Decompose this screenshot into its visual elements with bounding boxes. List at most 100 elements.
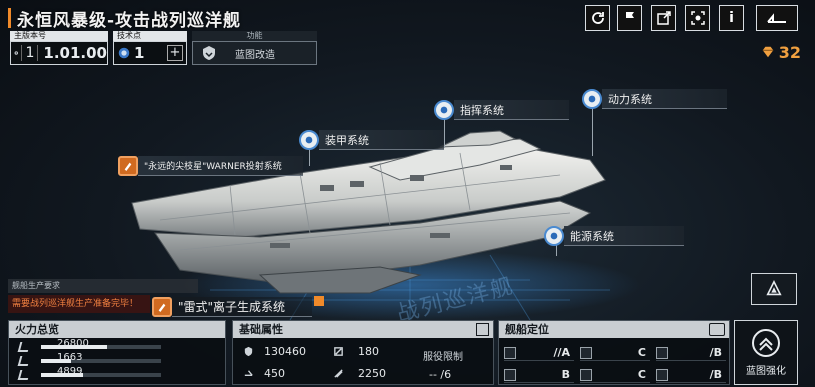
shield-icon: [203, 46, 215, 60]
power-system-callout[interactable]: 动力系统: [582, 88, 727, 110]
role-icon: [656, 368, 668, 381]
info-icon: i: [729, 10, 734, 26]
role-icon: [504, 368, 516, 381]
fleet-icon: [766, 280, 782, 296]
positioning-panel: 舰船定位 //A C/B B C/B: [498, 320, 730, 385]
energy-system-icon: [544, 226, 564, 246]
main-version-label: 主版本号: [10, 31, 108, 41]
view-icon: [690, 11, 705, 25]
base-attrs-title-text: 基础属性: [239, 323, 283, 336]
production-label: 舰船生产要求: [8, 279, 198, 293]
battlecruiser-model: [131, 130, 606, 294]
energy-system-callout[interactable]: 能源系统: [544, 225, 684, 247]
weapon-icon: [17, 342, 31, 352]
command-system-label: 指挥系统: [454, 100, 569, 120]
blueprint-mod-button[interactable]: 蓝图改造: [192, 41, 317, 65]
view-button[interactable]: [685, 5, 710, 31]
position-grade: C: [580, 345, 650, 361]
command-system-icon: [434, 100, 454, 120]
firepower-row: 1663: [17, 352, 161, 366]
ion-system-label: "雷式"离子生成系统: [172, 297, 312, 317]
version-index: 1: [21, 45, 39, 61]
firepower-value: 4899: [57, 366, 83, 377]
hull-icon: [244, 346, 253, 357]
blueprint-upgrade-button[interactable]: 蓝图强化: [734, 320, 798, 385]
positioning-title-text: 舰船定位: [505, 323, 549, 336]
ion-icon: [152, 297, 172, 317]
tech-icon: [118, 47, 130, 59]
ion-marker: [314, 296, 324, 306]
tech-points-label: 技术点: [113, 31, 187, 41]
grade-value: //A: [553, 346, 570, 359]
hp-stat: 130460: [243, 345, 306, 358]
position-grade: C: [580, 367, 650, 383]
info-button[interactable]: i: [719, 5, 744, 31]
back-button[interactable]: [756, 5, 798, 31]
service-limit-value: -- /6: [429, 368, 452, 381]
speed-icon: [244, 370, 253, 377]
blueprint-mod-text: 蓝图改造: [235, 49, 275, 61]
add-tech-button[interactable]: +: [167, 45, 183, 61]
weapon-icon: [17, 370, 31, 380]
energy-system-label: 能源系统: [564, 226, 684, 246]
blueprint-upgrade-label: 蓝图强化: [746, 366, 786, 377]
tech-points-box: 1 +: [113, 41, 187, 65]
position-grade: /B: [656, 367, 726, 383]
grade-value: /B: [709, 368, 722, 381]
position-grade: B: [504, 367, 574, 383]
grade-value: C: [637, 346, 646, 359]
armor-system-callout[interactable]: 装甲系统: [299, 129, 444, 151]
version-value: 1.01.00: [43, 44, 107, 62]
position-grade: /B: [656, 345, 726, 361]
role-icon: [580, 346, 592, 359]
missile-system-callout[interactable]: "永远的尖枝星"WARNER投射系统: [118, 155, 303, 177]
firepower-row: 4899: [17, 366, 161, 380]
back-icon: [767, 13, 786, 23]
grade-value: B: [561, 368, 570, 381]
base-attrs-title: 基础属性: [233, 321, 493, 338]
weapon-icon: [17, 356, 31, 366]
flag-button[interactable]: [617, 5, 642, 31]
share-button[interactable]: [651, 5, 676, 31]
missile-icon: [118, 156, 138, 176]
firepower-title: 火力总览: [9, 321, 225, 338]
role-icon: [504, 346, 516, 359]
shield-value: 2250: [358, 367, 386, 380]
role-icon: [580, 368, 592, 381]
gem-icon: [762, 46, 773, 58]
grade-value: /B: [709, 346, 722, 359]
speed-stat: 450: [243, 367, 285, 380]
armor-system-icon: [299, 130, 319, 150]
armor-system-label: 装甲系统: [319, 130, 444, 150]
hp-value: 130460: [264, 345, 306, 358]
ion-system-callout[interactable]: "雷式"离子生成系统: [152, 296, 324, 318]
power-system-label: 动力系统: [602, 89, 727, 109]
refresh-icon: [591, 12, 604, 24]
armor-stat: 180: [333, 345, 379, 358]
shield-stat-icon: [334, 369, 343, 378]
command-system-callout[interactable]: 指挥系统: [434, 99, 569, 121]
grade-value: C: [637, 368, 646, 381]
main-version-box: 1 1.01.00: [10, 41, 108, 65]
service-limit-label: 服役限制: [423, 352, 463, 363]
refresh-button[interactable]: [585, 5, 610, 31]
power-system-icon: [582, 89, 602, 109]
production-warning: 需要战列巡洋舰生产准备完毕！: [8, 295, 150, 313]
copy-icon[interactable]: [476, 323, 489, 336]
missile-system-label: "永远的尖枝星"WARNER投射系统: [138, 156, 303, 176]
firepower-panel: 火力总览 26800 1663 4899: [8, 320, 226, 385]
base-attrs-panel: 基础属性 130460 180 450 2250 服役限制 -- /6: [232, 320, 494, 385]
fleet-button[interactable]: [751, 273, 797, 305]
title-accent: [8, 8, 11, 28]
upgrade-icon: [752, 329, 780, 357]
firepower-value: 1663: [57, 352, 83, 363]
positioning-title: 舰船定位: [499, 321, 729, 338]
role-icon: [656, 346, 668, 359]
armor-value: 180: [358, 345, 379, 358]
firepower-value: 26800: [57, 338, 89, 349]
tech-points-value: 1: [134, 44, 145, 62]
share-icon: [656, 11, 671, 25]
detail-icon[interactable]: [709, 323, 725, 336]
shield-stat: 2250: [333, 367, 386, 380]
currency: 32: [761, 42, 801, 62]
